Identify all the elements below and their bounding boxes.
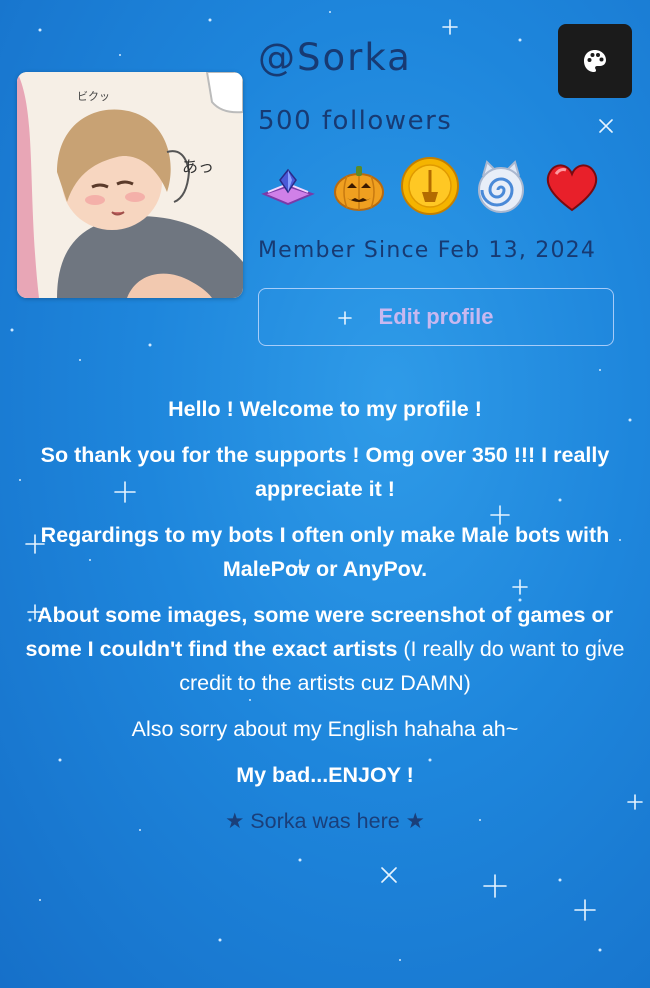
swirl-icon[interactable]	[471, 156, 531, 216]
member-since: Member Since Feb 13, 2024	[258, 238, 597, 263]
avatar-illustration: あっ ビクッ	[17, 72, 243, 298]
avatar[interactable]: あっ ビクッ	[17, 72, 243, 298]
profile-page: あっ ビクッ @Sorka 500 followers Member Since…	[0, 0, 650, 988]
bio-enjoy: My bad...ENJOY !	[236, 763, 414, 787]
bio-images: About some images, some were screenshot …	[0, 598, 650, 700]
bio-signature: ★ Sorka was here ★	[225, 809, 425, 833]
gold-coin-icon[interactable]	[400, 156, 460, 216]
gem-book-icon[interactable]	[258, 156, 318, 216]
pumpkin-icon[interactable]	[329, 156, 389, 216]
heart-icon[interactable]	[542, 156, 602, 216]
bio-bots: Regardings to my bots I often only make …	[40, 523, 610, 581]
svg-text:ビクッ: ビクッ	[77, 90, 110, 103]
bio-thanks: So thank you for the supports ! Omg over…	[40, 443, 610, 501]
bio-greeting: Hello ! Welcome to my profile !	[168, 397, 482, 421]
username: @Sorka	[258, 36, 412, 79]
palette-icon	[584, 50, 606, 72]
bio-english: Also sorry about my English hahaha ah~	[131, 717, 519, 741]
bio: Hello ! Welcome to my profile ! So thank…	[0, 392, 650, 850]
theme-button[interactable]	[558, 24, 632, 98]
edit-profile-button[interactable]: Edit profile	[258, 288, 614, 346]
svg-text:あっ: あっ	[182, 157, 214, 176]
followers-count[interactable]: 500 followers	[258, 106, 452, 136]
badge-row	[258, 156, 608, 216]
